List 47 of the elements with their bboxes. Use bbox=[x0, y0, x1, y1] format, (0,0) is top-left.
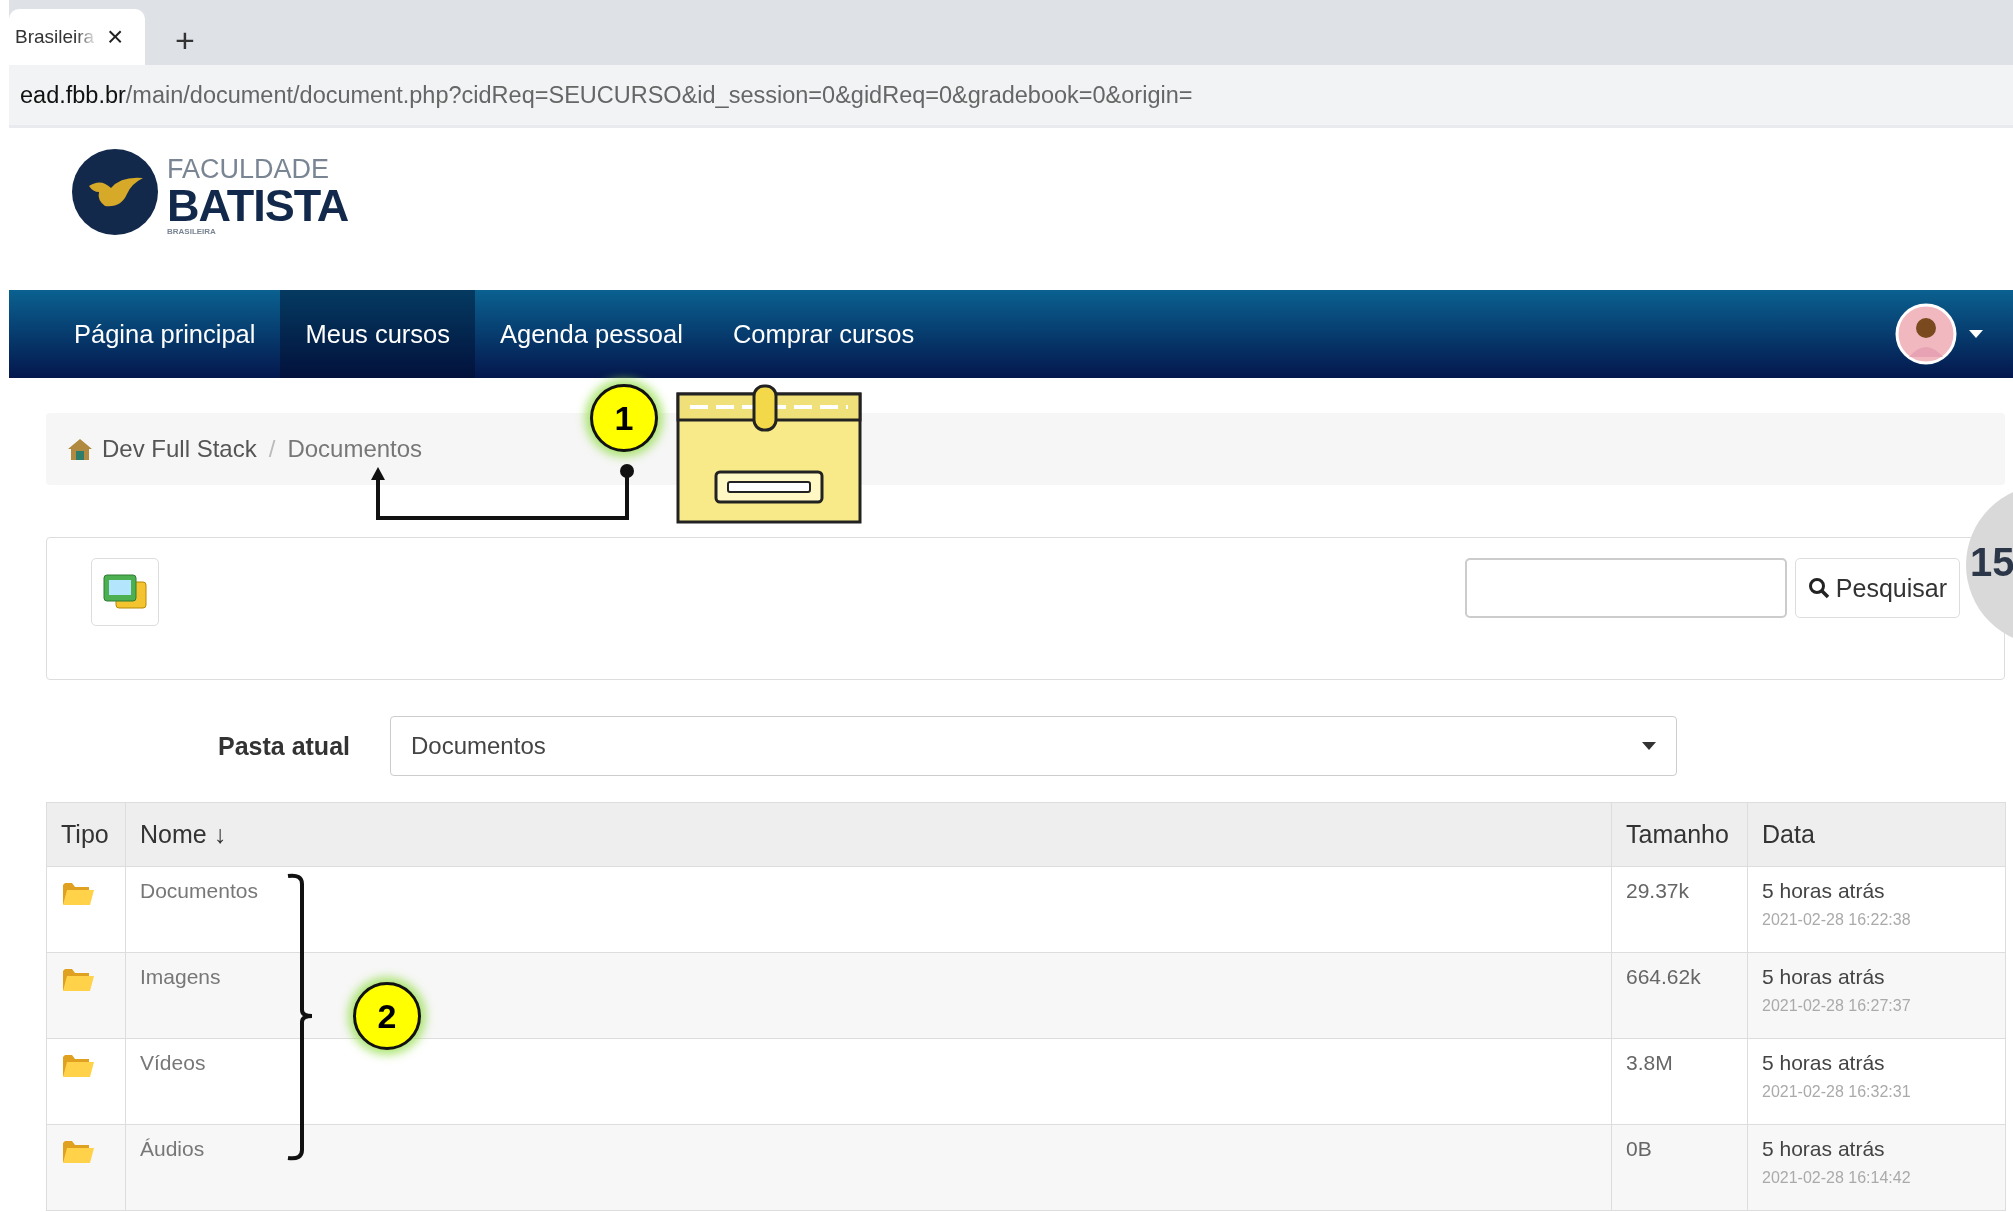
folder-name-link[interactable]: Vídeos bbox=[140, 1051, 206, 1074]
table-cell-text: 5 horas atrás bbox=[1762, 965, 1886, 989]
table-cell: 664.62k bbox=[1626, 965, 1701, 988]
folder-name-link[interactable]: Áudios bbox=[140, 1137, 205, 1160]
table-cell-text: 5 horas atrás bbox=[1762, 1137, 1886, 1161]
table-cell: 0B bbox=[1626, 1137, 1652, 1160]
dove-logo-icon bbox=[71, 148, 159, 236]
table-cell-text: 5 horas atrás bbox=[1762, 879, 1886, 903]
nav-link[interactable]: Meus cursos bbox=[280, 290, 475, 378]
nav-link[interactable]: Agenda pessoal bbox=[475, 290, 708, 378]
caret-icon[interactable] bbox=[1969, 330, 1983, 338]
new-tab-button[interactable]: + bbox=[175, 23, 195, 57]
folder-name-link[interactable]: Imagens bbox=[140, 965, 221, 988]
table-cell: 29.37k bbox=[1626, 879, 1690, 902]
nav-link[interactable]: Comprar cursos bbox=[707, 290, 940, 378]
column-header: Data bbox=[1747, 802, 2006, 867]
breadcrumb-link[interactable]: Dev Full Stack bbox=[102, 435, 257, 463]
count-label: 15 bbox=[1970, 540, 2013, 585]
toolbar-button[interactable] bbox=[91, 558, 159, 626]
home-icon[interactable] bbox=[66, 436, 94, 462]
column-header: Tamanho bbox=[1611, 802, 1748, 867]
browser-tab[interactable]: Brasileira × bbox=[9, 9, 145, 65]
tab-title: Brasileira bbox=[15, 26, 96, 48]
table-cell-text: 5 horas atrás bbox=[1762, 1051, 1886, 1075]
nav-link[interactable]: Página principal bbox=[49, 290, 281, 378]
field-label: Pasta atual bbox=[217, 731, 351, 761]
logo-text: BRASILEIRA bbox=[167, 228, 217, 236]
timestamp: 2021-02-28 16:32:31 bbox=[1762, 1083, 1912, 1101]
search-icon bbox=[1807, 577, 1830, 599]
folder-name-link[interactable]: Documentos bbox=[140, 879, 258, 902]
callout-marker: 1 bbox=[590, 384, 658, 452]
timestamp: 2021-02-28 16:22:38 bbox=[1762, 911, 1912, 929]
logo-text: BATISTA bbox=[167, 183, 349, 228]
pictures-icon bbox=[102, 572, 148, 612]
avatar-icon[interactable] bbox=[1895, 303, 1957, 365]
close-tab-button[interactable]: × bbox=[107, 23, 124, 51]
breadcrumb-current: Documentos bbox=[287, 435, 423, 463]
timestamp: 2021-02-28 16:14:42 bbox=[1762, 1169, 1912, 1187]
breadcrumb-separator: / bbox=[268, 435, 276, 463]
column-header[interactable]: Nome ↓ bbox=[125, 802, 1612, 867]
folder-select[interactable]: Documentos bbox=[390, 716, 1677, 776]
logo-text: FACULDADE bbox=[167, 156, 331, 183]
search-button[interactable]: Pesquisar bbox=[1794, 558, 1960, 618]
timestamp: 2021-02-28 16:27:37 bbox=[1762, 997, 1912, 1015]
search-field[interactable] bbox=[1464, 558, 1787, 618]
column-header: Tipo bbox=[46, 802, 126, 867]
table-cell: 3.8M bbox=[1626, 1051, 1673, 1074]
